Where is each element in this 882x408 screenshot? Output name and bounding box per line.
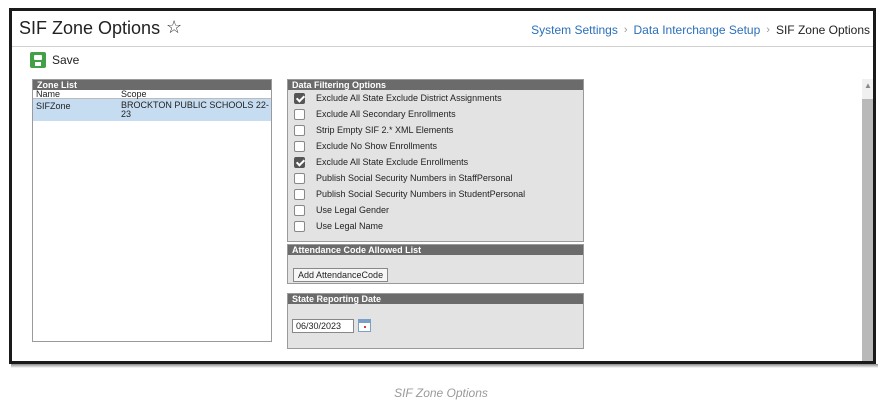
filter-option: Use Legal Name: [288, 218, 583, 234]
data-filtering-panel: Data Filtering Options Exclude All State…: [287, 79, 584, 242]
zone-list-panel: Zone List Name Scope SIFZone BROCKTON PU…: [32, 79, 272, 342]
chevron-right-icon: ›: [623, 24, 628, 36]
filter-option-checkbox[interactable]: [294, 140, 305, 152]
save-button[interactable]: Save: [30, 52, 79, 68]
breadcrumb-current: SIF Zone Options: [775, 23, 870, 37]
attendance-code-header: Attendance Code Allowed List: [288, 245, 583, 255]
figure-caption: SIF Zone Options: [394, 386, 488, 400]
state-reporting-panel: State Reporting Date 06/30/2023: [287, 293, 584, 349]
filter-option: Exclude All State Exclude District Assig…: [288, 90, 583, 106]
save-label: Save: [52, 53, 80, 67]
filter-option: Exclude No Show Enrollments: [288, 138, 583, 154]
filter-option: Exclude All Secondary Enrollments: [288, 106, 583, 122]
data-filtering-header: Data Filtering Options: [288, 80, 583, 90]
filter-option-checkbox[interactable]: [294, 156, 305, 168]
filter-option-checkbox[interactable]: [294, 188, 305, 200]
filter-option-checkbox[interactable]: [294, 172, 305, 184]
window-shadow: [11, 364, 878, 368]
column-name: Name: [36, 89, 61, 99]
filter-option: Publish Social Security Numbers in Staff…: [288, 170, 583, 186]
app-window: SIF Zone Options ☆ System Settings › Dat…: [9, 8, 876, 364]
vertical-scrollbar[interactable]: ▲: [862, 79, 873, 361]
save-icon: [30, 52, 46, 68]
zone-name: SIFZone: [36, 101, 71, 111]
state-reporting-header: State Reporting Date: [288, 294, 583, 304]
filter-option-label: Exclude All State Exclude District Assig…: [316, 93, 502, 103]
state-reporting-date-input[interactable]: 06/30/2023: [292, 319, 354, 333]
column-scope: Scope: [121, 89, 147, 99]
zone-list-header: Zone List: [33, 80, 271, 90]
filter-option: Strip Empty SIF 2.* XML Elements: [288, 122, 583, 138]
filter-options-list: Exclude All State Exclude District Assig…: [288, 90, 583, 234]
star-icon[interactable]: ☆: [166, 17, 182, 38]
breadcrumb-data-interchange-setup[interactable]: Data Interchange Setup: [634, 23, 761, 37]
page-title: SIF Zone Options: [19, 18, 161, 38]
calendar-icon[interactable]: [358, 319, 371, 332]
filter-option-label: Use Legal Name: [316, 221, 384, 231]
breadcrumb-system-settings[interactable]: System Settings: [531, 23, 618, 37]
filter-option: Publish Social Security Numbers in Stude…: [288, 186, 583, 202]
attendance-code-panel: Attendance Code Allowed List Add Attenda…: [287, 244, 584, 284]
filter-option-label: Exclude All State Exclude Enrollments: [316, 157, 469, 167]
chevron-right-icon: ›: [766, 24, 770, 36]
filter-option-label: Use Legal Gender: [316, 205, 390, 215]
add-attendance-code-button[interactable]: Add AttendanceCode: [293, 268, 389, 282]
filter-option: Exclude All State Exclude Enrollments: [288, 154, 583, 170]
filter-option-checkbox[interactable]: [294, 92, 305, 104]
filter-option-checkbox[interactable]: [294, 124, 305, 136]
filter-option-label: Publish Social Security Numbers in Stude…: [316, 189, 526, 199]
table-row[interactable]: SIFZone BROCKTON PUBLIC SCHOOLS 22-23: [33, 99, 271, 121]
filter-option-label: Publish Social Security Numbers in Staff…: [316, 173, 513, 183]
filter-option-checkbox[interactable]: [294, 204, 305, 216]
zone-list-columns: Name Scope: [33, 90, 271, 99]
filter-option-label: Exclude No Show Enrollments: [316, 141, 438, 151]
scrollbar-thumb[interactable]: [862, 99, 873, 361]
filter-option-checkbox[interactable]: [294, 108, 305, 120]
filter-option-checkbox[interactable]: [294, 220, 305, 232]
zone-scope: BROCKTON PUBLIC SCHOOLS 22-23: [121, 100, 269, 119]
filter-option-label: Exclude All Secondary Enrollments: [316, 109, 456, 119]
action-toolbar: Save: [12, 48, 873, 78]
filter-option: Use Legal Gender: [288, 202, 583, 218]
breadcrumb: System Settings › Data Interchange Setup…: [531, 23, 870, 37]
filter-option-label: Strip Empty SIF 2.* XML Elements: [316, 125, 454, 135]
page-header: SIF Zone Options ☆ System Settings › Dat…: [12, 11, 873, 47]
scroll-up-icon[interactable]: ▲: [864, 82, 872, 90]
